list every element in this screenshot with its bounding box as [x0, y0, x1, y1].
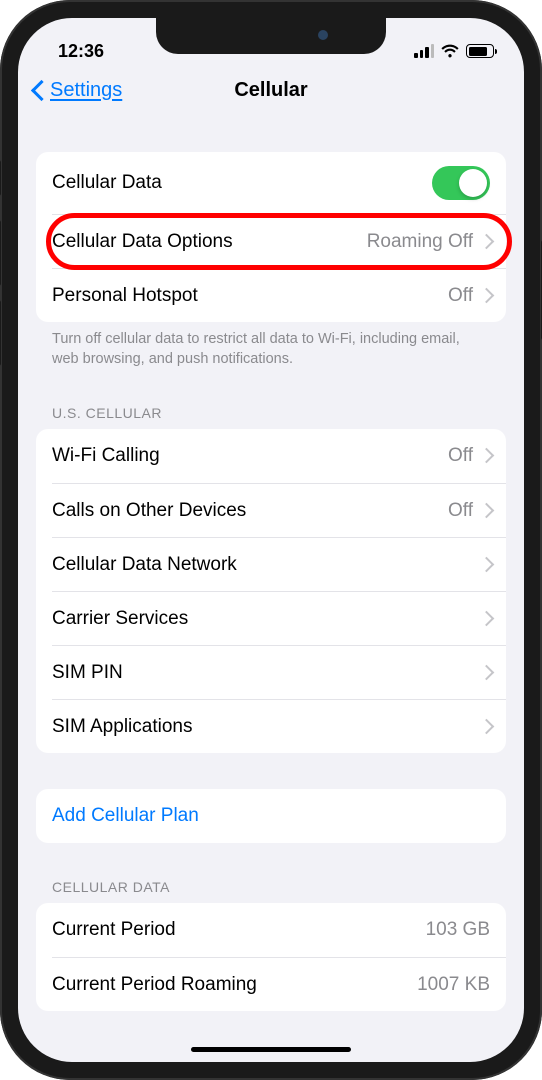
cellular-signal-icon — [414, 44, 434, 58]
chevron-right-icon — [481, 234, 490, 250]
row-label: Cellular Data Options — [52, 231, 233, 253]
card-cellular-data-usage: Current Period 103 GB Current Period Roa… — [36, 903, 506, 1011]
row-add-cellular-plan[interactable]: Add Cellular Plan — [36, 789, 506, 843]
card-cellular-main: Cellular Data Cellular Data Options Roam… — [36, 152, 506, 322]
chevron-right-icon — [481, 448, 490, 464]
row-detail: Off — [448, 285, 473, 307]
notch — [156, 18, 386, 54]
group-add-plan: Add Cellular Plan — [36, 789, 506, 843]
group-cellular-data-usage: CELLULAR DATA Current Period 103 GB Curr… — [36, 879, 506, 1011]
row-sim-pin[interactable]: SIM PIN — [52, 645, 506, 699]
row-label: Wi-Fi Calling — [52, 445, 160, 467]
row-current-period[interactable]: Current Period 103 GB — [36, 903, 506, 957]
back-button[interactable]: Settings — [34, 78, 122, 102]
content-scroll[interactable]: Cellular Data Cellular Data Options Roam… — [18, 116, 524, 1050]
chevron-right-icon — [481, 503, 490, 519]
toggle-knob — [459, 169, 487, 197]
group-footer-text: Turn off cellular data to restrict all d… — [36, 322, 506, 369]
row-label: Cellular Data — [52, 172, 162, 194]
card-add-plan: Add Cellular Plan — [36, 789, 506, 843]
row-sim-applications[interactable]: SIM Applications — [52, 699, 506, 753]
row-detail: Roaming Off — [367, 231, 473, 253]
phone-frame: 12:36 Settings Cellular — [0, 0, 542, 1080]
row-cellular-data-options[interactable]: Cellular Data Options Roaming Off — [52, 214, 506, 268]
chevron-right-icon — [481, 719, 490, 735]
row-cellular-data[interactable]: Cellular Data — [36, 152, 506, 214]
back-label: Settings — [50, 79, 122, 102]
card-us-cellular: Wi-Fi Calling Off Calls on Other Devices… — [36, 429, 506, 753]
row-label: Add Cellular Plan — [52, 805, 199, 827]
wifi-icon — [440, 44, 460, 58]
row-label: Calls on Other Devices — [52, 500, 246, 522]
row-label: Carrier Services — [52, 608, 188, 630]
row-cellular-data-network[interactable]: Cellular Data Network — [52, 537, 506, 591]
group-header: CELLULAR DATA — [36, 879, 506, 903]
volume-down-button — [0, 300, 1, 366]
row-calls-other-devices[interactable]: Calls on Other Devices Off — [52, 483, 506, 537]
navigation-header: Settings Cellular — [18, 68, 524, 116]
status-indicators — [414, 44, 494, 58]
page-title: Cellular — [234, 79, 307, 102]
group-header: U.S. CELLULAR — [36, 405, 506, 429]
row-label: Current Period Roaming — [52, 974, 257, 996]
row-detail: Off — [448, 500, 473, 522]
screen: 12:36 Settings Cellular — [18, 18, 524, 1062]
status-time: 12:36 — [58, 41, 104, 62]
row-personal-hotspot[interactable]: Personal Hotspot Off — [52, 268, 506, 322]
row-label: Current Period — [52, 919, 176, 941]
volume-up-button — [0, 220, 1, 286]
row-detail: 103 GB — [426, 919, 490, 941]
battery-icon — [466, 44, 494, 58]
row-carrier-services[interactable]: Carrier Services — [52, 591, 506, 645]
row-label: SIM PIN — [52, 662, 123, 684]
mute-switch — [0, 160, 1, 196]
cellular-data-toggle[interactable] — [432, 166, 490, 200]
row-detail: 1007 KB — [417, 974, 490, 996]
row-wifi-calling[interactable]: Wi-Fi Calling Off — [36, 429, 506, 483]
home-indicator[interactable] — [191, 1047, 351, 1052]
chevron-right-icon — [481, 665, 490, 681]
row-label: Cellular Data Network — [52, 554, 237, 576]
chevron-right-icon — [481, 557, 490, 573]
chevron-right-icon — [481, 611, 490, 627]
group-cellular-main: Cellular Data Cellular Data Options Roam… — [36, 152, 506, 369]
row-label: SIM Applications — [52, 716, 192, 738]
row-current-period-roaming[interactable]: Current Period Roaming 1007 KB — [52, 957, 506, 1011]
row-label: Personal Hotspot — [52, 285, 198, 307]
chevron-left-icon — [34, 78, 48, 102]
chevron-right-icon — [481, 288, 490, 304]
group-us-cellular: U.S. CELLULAR Wi-Fi Calling Off Calls on… — [36, 405, 506, 753]
row-detail: Off — [448, 445, 473, 467]
